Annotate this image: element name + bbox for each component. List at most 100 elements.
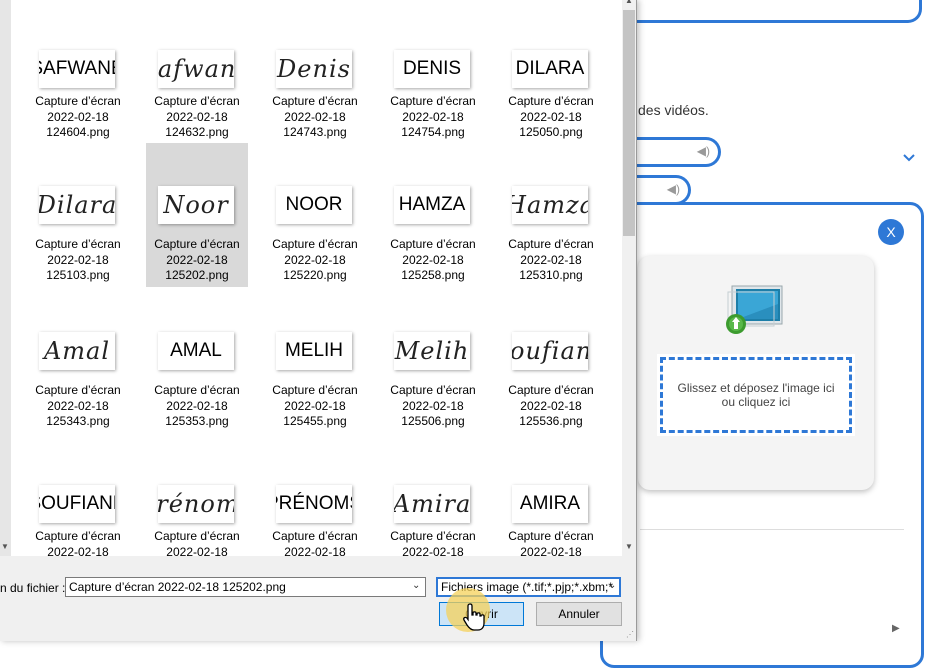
- scroll-right-arrow-icon[interactable]: ▶: [892, 623, 900, 634]
- file-name: Capture d’écran 2022-02-18: [27, 529, 129, 556]
- file-item[interactable]: DILARA Capture d’écran 2022-02-18 125050.pn…: [500, 0, 602, 144]
- file-item[interactable]: MELIH Capture d’écran 2022-02-18 125455.png: [264, 289, 366, 433]
- file-name-line: 125310.png: [519, 268, 583, 282]
- file-name: Capture d’écran 2022-02-18 124754.png: [382, 94, 484, 141]
- file-item[interactable]: Noor Capture d’écran 2022-02-18 125202.png: [146, 143, 248, 287]
- thumbnail-text: PRÉNOMS: [276, 493, 352, 514]
- thumbnail-text: Prénoms: [158, 490, 234, 518]
- scroll-up-icon[interactable]: ▲: [625, 0, 633, 5]
- file-name-line: 2022-02-18: [47, 544, 109, 557]
- file-name-line: 125343.png: [46, 414, 110, 428]
- file-item[interactable]: PRÉNOMS Capture d’écran2022-02-18: [264, 435, 366, 556]
- file-name-line: 2022-02-18: [520, 544, 582, 557]
- file-name: Capture d’écran 2022-02-18: [146, 529, 248, 556]
- file-name-line: Capture d’écran: [272, 94, 358, 108]
- file-item[interactable]: HAMZA Capture d’écran 2022-02-18 125258.png: [382, 143, 484, 287]
- file-item[interactable]: Amira Capture d’écran 2022-02-18: [382, 435, 484, 556]
- file-name-line: Capture d’écran: [272, 383, 358, 397]
- file-thumbnail: DILARA: [512, 50, 588, 88]
- file-name: Capture d’écran 2022-02-18 125220.png: [264, 237, 366, 284]
- file-thumbnail: Safwane: [158, 50, 234, 88]
- speaker-icon[interactable]: ◀): [697, 144, 710, 158]
- dropzone-text: Glissez et déposez l'image ici ou clique…: [660, 357, 852, 433]
- file-name-line: 2022-02-18: [284, 398, 346, 413]
- file-thumbnail: NOOR: [276, 186, 352, 224]
- file-grid-scrollbar[interactable]: ▲ ▼: [622, 0, 636, 556]
- thumbnail-text: Denis: [277, 55, 351, 83]
- file-thumbnail: Soufiane: [512, 332, 588, 370]
- file-name-line: 2022-02-18: [47, 109, 109, 124]
- close-panel-button[interactable]: X: [878, 219, 904, 245]
- file-name: Capture d’écran 2022-02-18 124632.png: [146, 94, 248, 141]
- file-name-line: Capture d’écran: [154, 383, 240, 397]
- file-thumbnail: SOUFIANE: [39, 485, 115, 523]
- file-name-line: Capture d’écran: [154, 529, 240, 543]
- cancel-button[interactable]: Annuler: [536, 602, 622, 626]
- file-name-line: 2022-02-18: [284, 544, 346, 557]
- file-thumbnail: Dilara: [39, 186, 115, 224]
- file-name: Capture d’écran 2022-02-18 125506.png: [382, 383, 484, 430]
- chevron-down-icon[interactable]: ▼: [1, 542, 9, 551]
- file-item[interactable]: AMAL Capture d’écran 2022-02-18 125353.png: [146, 289, 248, 433]
- file-thumbnail: DENIS: [394, 50, 470, 88]
- speaker-icon[interactable]: ◀): [667, 182, 680, 196]
- file-item[interactable]: Soufiane Capture d’écran2022-02-18125536.…: [500, 289, 602, 433]
- file-name-line: 2022-02-18: [284, 252, 346, 267]
- file-item[interactable]: Dilara Capture d’écran 2022-02-18 125103.pn…: [27, 143, 129, 287]
- file-name-line: Capture d’écran: [390, 94, 476, 108]
- file-thumbnail: Hamza: [512, 186, 588, 224]
- file-name: Capture d’écran 2022-02-18 125258.png: [382, 237, 484, 284]
- thumbnail-text: Safwane: [158, 55, 234, 83]
- file-name-line: 2022-02-18: [166, 109, 228, 124]
- file-item[interactable]: SOUFIANE Capture d’écran2022-02-18: [27, 435, 129, 556]
- file-name-line: 124754.png: [401, 125, 465, 139]
- file-name-line: 2022-02-18: [520, 398, 582, 413]
- file-item[interactable]: Hamza Capture d’écran2022-02-18125310.png: [500, 143, 602, 287]
- chevron-down-icon[interactable]: [902, 150, 916, 164]
- file-thumbnail: Noor: [158, 186, 234, 224]
- file-item[interactable]: DENIS Capture d’écran 2022-02-18 124754.png: [382, 0, 484, 144]
- resize-grip-icon[interactable]: ⋰: [626, 630, 634, 639]
- thumbnail-text: SOUFIANE: [39, 493, 115, 514]
- chevron-down-icon[interactable]: ⌄: [608, 580, 616, 591]
- file-name-line: 2022-02-18: [166, 544, 228, 557]
- page-scrollbar[interactable]: [924, 0, 938, 641]
- file-item[interactable]: Safwane Capture d’écran2022-02-18124632.p…: [146, 0, 248, 144]
- file-name-line: Capture d’écran: [35, 94, 121, 108]
- scroll-down-icon[interactable]: ▼: [625, 542, 633, 551]
- file-item[interactable]: AMIRA Capture d’écran 2022-02-18: [500, 435, 602, 556]
- file-item[interactable]: Prénoms Capture d’écran2022-02-18: [146, 435, 248, 556]
- file-name-line: 125103.png: [46, 268, 110, 282]
- thumbnail-text: Noor: [163, 191, 229, 219]
- file-name-line: 2022-02-18: [520, 252, 582, 267]
- file-item[interactable]: Denis Capture d’écran 2022-02-18 124743.png: [264, 0, 366, 144]
- thumbnail-text: NOOR: [285, 194, 343, 215]
- chevron-down-icon[interactable]: ⌄: [412, 580, 420, 591]
- file-name-line: 2022-02-18: [47, 398, 109, 413]
- hand-pointer-icon: [462, 602, 488, 632]
- file-name: Capture d’écran 2022-02-18 124604.png: [27, 94, 129, 141]
- file-name-line: Capture d’écran: [35, 529, 121, 543]
- file-name-line: 2022-02-18: [166, 398, 228, 413]
- page-partial-text: des vidéos.: [638, 102, 709, 118]
- file-grid[interactable]: ▼ SAFWANECapture d’écran2022-02-18124604…: [0, 0, 622, 556]
- file-name: Capture d’écran 2022-02-18: [382, 529, 484, 556]
- file-name-line: 2022-02-18: [520, 109, 582, 124]
- file-item[interactable]: Amal Capture d’écran 2022-02-18 125343.png: [27, 289, 129, 433]
- file-thumbnail: AMAL: [158, 332, 234, 370]
- file-thumbnail: Amira: [394, 485, 470, 523]
- file-name-line: 2022-02-18: [284, 109, 346, 124]
- file-name-line: Capture d’écran: [508, 383, 594, 397]
- file-thumbnail: SAFWANE: [39, 50, 115, 88]
- thumbnail-text: DILARA: [515, 58, 585, 79]
- file-name-line: 2022-02-18: [402, 544, 464, 557]
- file-item[interactable]: Melih Capture d’écran 2022-02-18 125506.png: [382, 289, 484, 433]
- filename-input[interactable]: Capture d’écran 2022-02-18 125202.png: [65, 577, 426, 597]
- image-dropzone[interactable]: Glissez et déposez l'image ici ou clique…: [657, 354, 855, 436]
- file-name-line: Capture d’écran: [154, 94, 240, 108]
- file-item[interactable]: SAFWANE Capture d’écran2022-02-18124604.p…: [27, 0, 129, 144]
- file-name-line: 124604.png: [46, 125, 110, 139]
- file-name: Capture d’écran 2022-02-18 125202.png: [146, 237, 248, 284]
- file-item[interactable]: NOOR Capture d’écran 2022-02-18 125220.png: [264, 143, 366, 287]
- scrollbar-thumb[interactable]: [623, 10, 635, 236]
